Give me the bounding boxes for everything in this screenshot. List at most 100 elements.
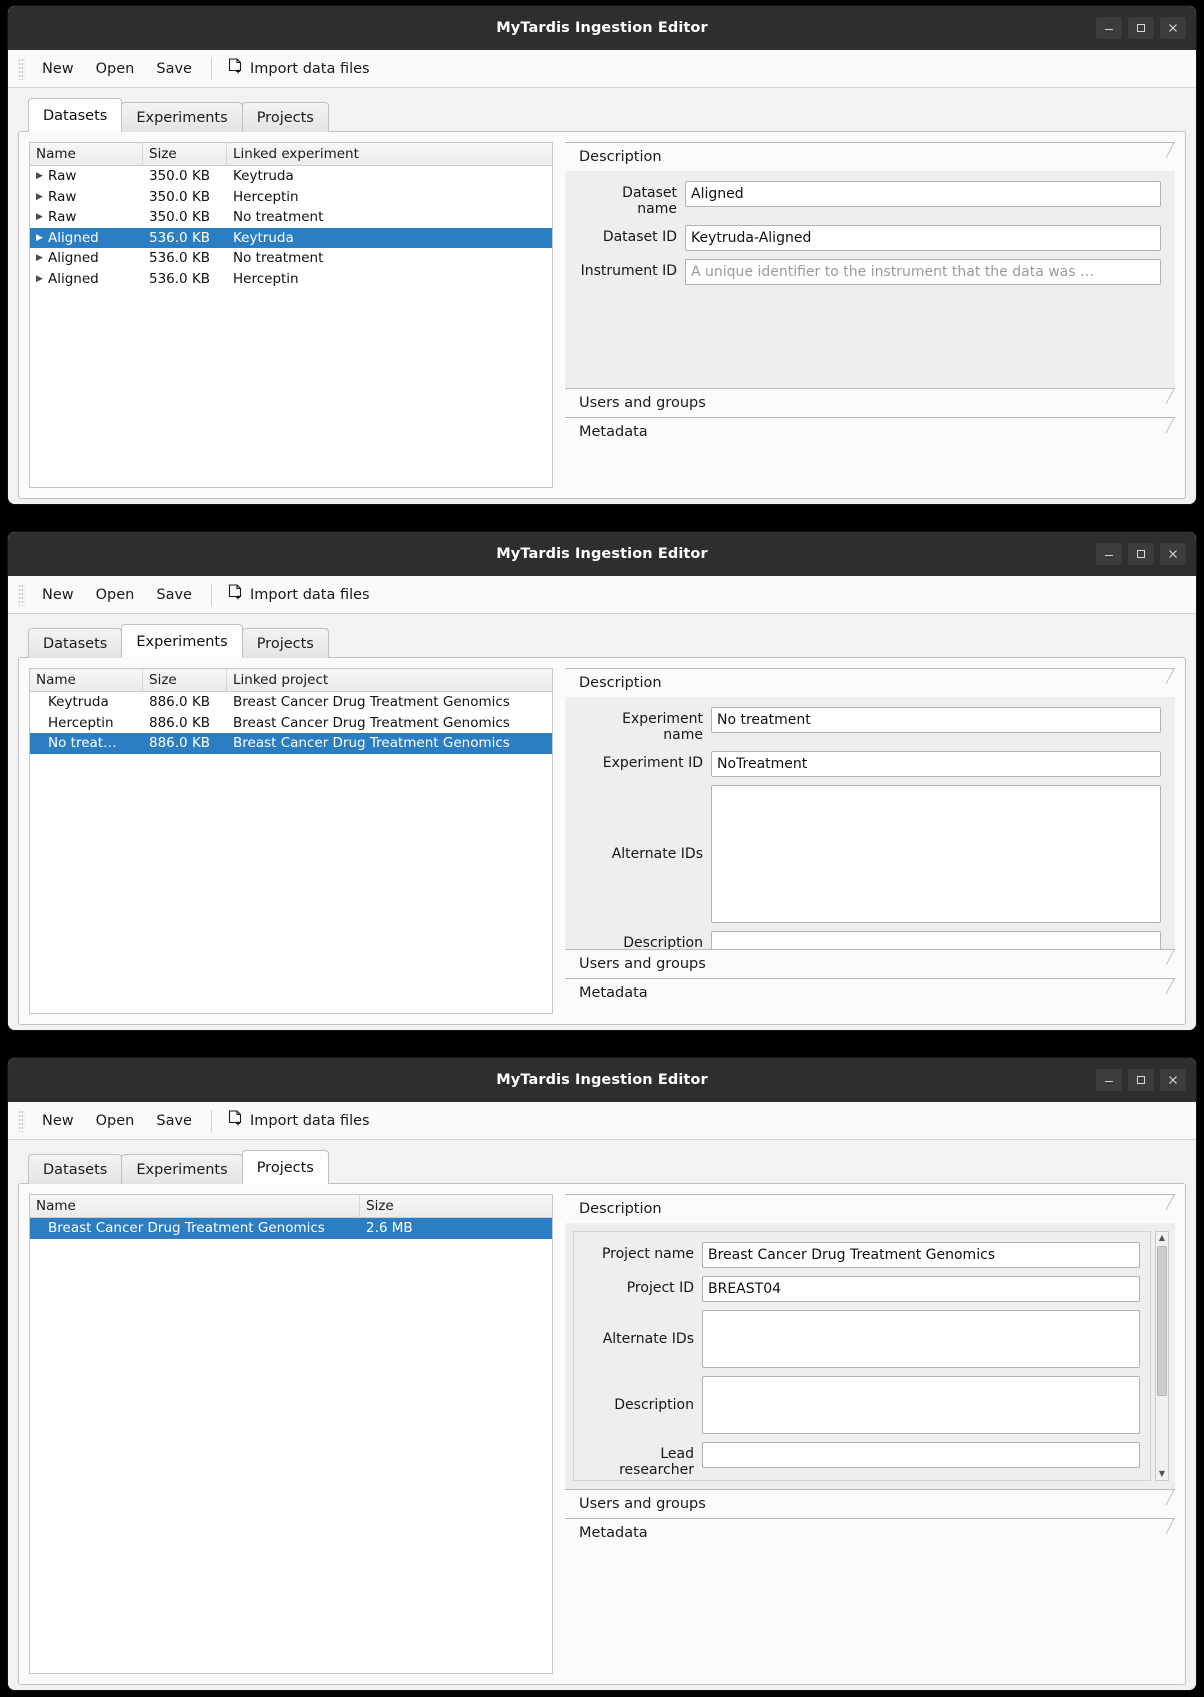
toolbar-grip-icon[interactable] xyxy=(18,57,25,80)
import-data-files-button[interactable]: Import data files xyxy=(220,1106,378,1135)
table-row[interactable]: ▶ Raw 350.0 KB No treatment xyxy=(30,207,552,228)
close-button[interactable] xyxy=(1160,543,1186,565)
section-header-metadata[interactable]: Metadata xyxy=(565,1518,1175,1547)
save-button[interactable]: Save xyxy=(145,57,203,81)
scrollbar-thumb[interactable] xyxy=(1157,1246,1167,1396)
table-row-selected[interactable]: ▶ Aligned 536.0 KB Keytruda xyxy=(30,227,552,248)
new-button[interactable]: New xyxy=(31,57,85,81)
maximize-button[interactable] xyxy=(1128,1069,1154,1091)
table-row[interactable]: ▶ Raw 350.0 KB Keytruda xyxy=(30,166,552,187)
alternate-ids-textarea[interactable] xyxy=(702,1310,1140,1368)
toolbar-grip-icon[interactable] xyxy=(18,1109,25,1132)
cell-size: 536.0 KB xyxy=(149,250,211,267)
column-header-name[interactable]: Name xyxy=(30,669,143,691)
experiment-id-input[interactable]: NoTreatment xyxy=(711,751,1161,777)
toolbar-grip-icon[interactable] xyxy=(18,583,25,606)
expand-arrow-icon[interactable]: ▶ xyxy=(36,171,48,181)
scroll-down-arrow-icon[interactable]: ▼ xyxy=(1159,1468,1165,1480)
maximize-button[interactable] xyxy=(1128,17,1154,39)
column-header-name[interactable]: Name xyxy=(30,1195,360,1217)
experiment-detail: Description Experiment name No treatment… xyxy=(565,668,1175,1014)
open-button[interactable]: Open xyxy=(85,1109,146,1133)
experiment-name-input[interactable]: No treatment xyxy=(711,707,1161,733)
maximize-button[interactable] xyxy=(1128,543,1154,565)
section-header-users-and-groups[interactable]: Users and groups xyxy=(565,388,1175,417)
tab-projects[interactable]: Projects xyxy=(241,102,329,132)
section-header-description[interactable]: Description xyxy=(565,142,1175,171)
expand-arrow-icon[interactable]: ▶ xyxy=(36,192,48,202)
section-header-users-and-groups[interactable]: Users and groups xyxy=(565,949,1175,978)
cell-name: Aligned xyxy=(48,229,99,246)
close-button[interactable] xyxy=(1160,17,1186,39)
field-dataset-name: Dataset name Aligned xyxy=(579,181,1161,217)
expand-arrow-icon[interactable]: ▶ xyxy=(36,233,48,243)
screenshot-root: MyTardis Ingestion Editor New Open Save xyxy=(0,0,1204,1697)
table-row[interactable]: Keytruda 886.0 KB Breast Cancer Drug Tre… xyxy=(30,692,552,713)
column-header-size[interactable]: Size xyxy=(360,1195,552,1217)
import-data-files-button[interactable]: Import data files xyxy=(220,580,378,609)
column-header-linked-project[interactable]: Linked project xyxy=(227,669,552,691)
dataset-detail: Description Dataset name Aligned Dataset… xyxy=(565,142,1175,488)
expand-arrow-icon[interactable]: ▶ xyxy=(36,212,48,222)
column-header-size[interactable]: Size xyxy=(143,143,227,165)
section-body-description: Dataset name Aligned Dataset ID Keytruda… xyxy=(565,171,1175,388)
save-button[interactable]: Save xyxy=(145,1109,203,1133)
tab-projects[interactable]: Projects xyxy=(241,628,329,658)
window-controls xyxy=(1096,1058,1186,1102)
datasets-tree[interactable]: Name Size Linked experiment ▶ Raw 350.0 K… xyxy=(29,142,553,488)
column-header-name[interactable]: Name xyxy=(30,143,143,165)
minimize-button[interactable] xyxy=(1096,17,1122,39)
table-row[interactable]: Herceptin 886.0 KB Breast Cancer Drug Tr… xyxy=(30,713,552,734)
dataset-id-input[interactable]: Keytruda-Aligned xyxy=(685,225,1161,251)
tab-experiments[interactable]: Experiments xyxy=(121,102,243,132)
section-header-metadata[interactable]: Metadata xyxy=(565,978,1175,1007)
new-button[interactable]: New xyxy=(31,583,85,607)
section-body-description: Project name Breast Cancer Drug Treatmen… xyxy=(565,1223,1175,1489)
cell-linked: Breast Cancer Drug Treatment Genomics xyxy=(233,735,510,752)
open-button[interactable]: Open xyxy=(85,57,146,81)
tab-datasets[interactable]: Datasets xyxy=(28,98,123,132)
section-header-users-and-groups[interactable]: Users and groups xyxy=(565,1489,1175,1518)
save-button[interactable]: Save xyxy=(145,583,203,607)
cell-size: 2.6 MB xyxy=(366,1220,413,1237)
tab-datasets[interactable]: Datasets xyxy=(28,628,123,658)
description-textarea[interactable] xyxy=(702,1376,1140,1434)
table-row-selected[interactable]: No treat… 886.0 KB Breast Cancer Drug Tr… xyxy=(30,733,552,754)
expand-arrow-icon[interactable]: ▶ xyxy=(36,253,48,263)
expand-arrow-icon[interactable]: ▶ xyxy=(36,274,48,284)
tab-experiments[interactable]: Experiments xyxy=(121,1154,243,1184)
section-header-description[interactable]: Description xyxy=(565,1194,1175,1223)
window-experiments: MyTardis Ingestion Editor New Open Save xyxy=(8,532,1196,1030)
new-button[interactable]: New xyxy=(31,1109,85,1133)
import-data-files-button[interactable]: Import data files xyxy=(220,54,378,83)
table-row[interactable]: ▶ Aligned 536.0 KB Herceptin xyxy=(30,269,552,290)
dataset-name-input[interactable]: Aligned xyxy=(685,181,1161,207)
instrument-id-input[interactable]: A unique identifier to the instrument th… xyxy=(685,259,1161,285)
column-header-linked-experiment[interactable]: Linked experiment xyxy=(227,143,552,165)
projects-tree[interactable]: Name Size Breast Cancer Drug Treatment G… xyxy=(29,1194,553,1674)
window-projects: MyTardis Ingestion Editor New Open Save xyxy=(8,1058,1196,1690)
project-id-input[interactable]: BREAST04 xyxy=(702,1276,1140,1302)
scroll-up-arrow-icon[interactable]: ▲ xyxy=(1159,1232,1165,1244)
column-header-size[interactable]: Size xyxy=(143,669,227,691)
import-label: Import data files xyxy=(249,1112,370,1129)
cell-size: 350.0 KB xyxy=(149,209,211,226)
tab-experiments[interactable]: Experiments xyxy=(121,624,243,658)
table-row[interactable]: ▶ Aligned 536.0 KB No treatment xyxy=(30,248,552,269)
tab-datasets[interactable]: Datasets xyxy=(28,1154,123,1184)
table-row-selected[interactable]: Breast Cancer Drug Treatment Genomics 2.… xyxy=(30,1218,552,1239)
detail-scrollbar[interactable]: ▲ ▼ xyxy=(1155,1231,1169,1481)
alternate-ids-textarea[interactable] xyxy=(711,785,1161,923)
lead-researcher-input[interactable] xyxy=(702,1442,1140,1468)
section-header-metadata[interactable]: Metadata xyxy=(565,417,1175,446)
tab-projects[interactable]: Projects xyxy=(241,1150,329,1184)
project-name-input[interactable]: Breast Cancer Drug Treatment Genomics xyxy=(702,1242,1140,1268)
open-button[interactable]: Open xyxy=(85,583,146,607)
section-header-description[interactable]: Description xyxy=(565,668,1175,697)
experiments-tree[interactable]: Name Size Linked project Keytruda 886.0 … xyxy=(29,668,553,1014)
close-button[interactable] xyxy=(1160,1069,1186,1091)
project-id-label: Project ID xyxy=(626,1280,694,1296)
table-row[interactable]: ▶ Raw 350.0 KB Herceptin xyxy=(30,187,552,208)
minimize-button[interactable] xyxy=(1096,543,1122,565)
minimize-button[interactable] xyxy=(1096,1069,1122,1091)
